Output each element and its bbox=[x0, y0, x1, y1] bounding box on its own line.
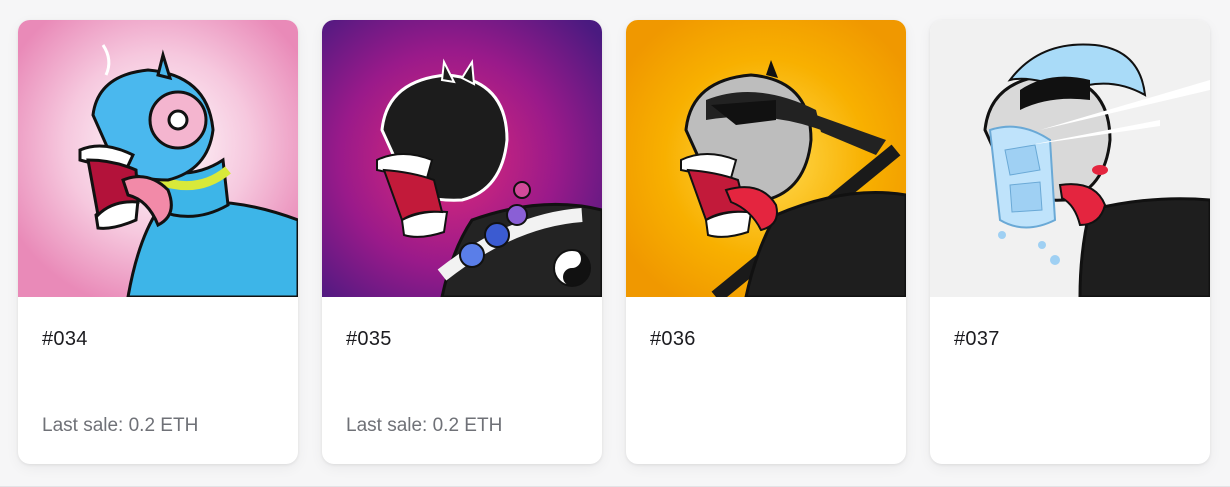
last-sale: Last sale: 0.2 ETH bbox=[346, 415, 503, 436]
nft-id: #034 bbox=[42, 328, 88, 350]
nft-card[interactable]: #035 Last sale: 0.2 ETH bbox=[322, 20, 602, 464]
nft-grid: #034 Last sale: 0.2 ETH #035 Last sale: … bbox=[0, 0, 1230, 487]
nft-id: #035 bbox=[346, 328, 392, 350]
nft-image bbox=[322, 20, 602, 297]
nft-card[interactable]: #037 bbox=[930, 20, 1210, 464]
nft-card[interactable]: #034 Last sale: 0.2 ETH bbox=[18, 20, 298, 464]
nft-id: #037 bbox=[954, 328, 1000, 350]
nft-image bbox=[930, 20, 1210, 297]
nft-id: #036 bbox=[650, 328, 696, 350]
last-sale: Last sale: 0.2 ETH bbox=[42, 415, 199, 436]
nft-image bbox=[626, 20, 906, 297]
nft-image bbox=[18, 20, 298, 297]
nft-card[interactable]: #036 bbox=[626, 20, 906, 464]
